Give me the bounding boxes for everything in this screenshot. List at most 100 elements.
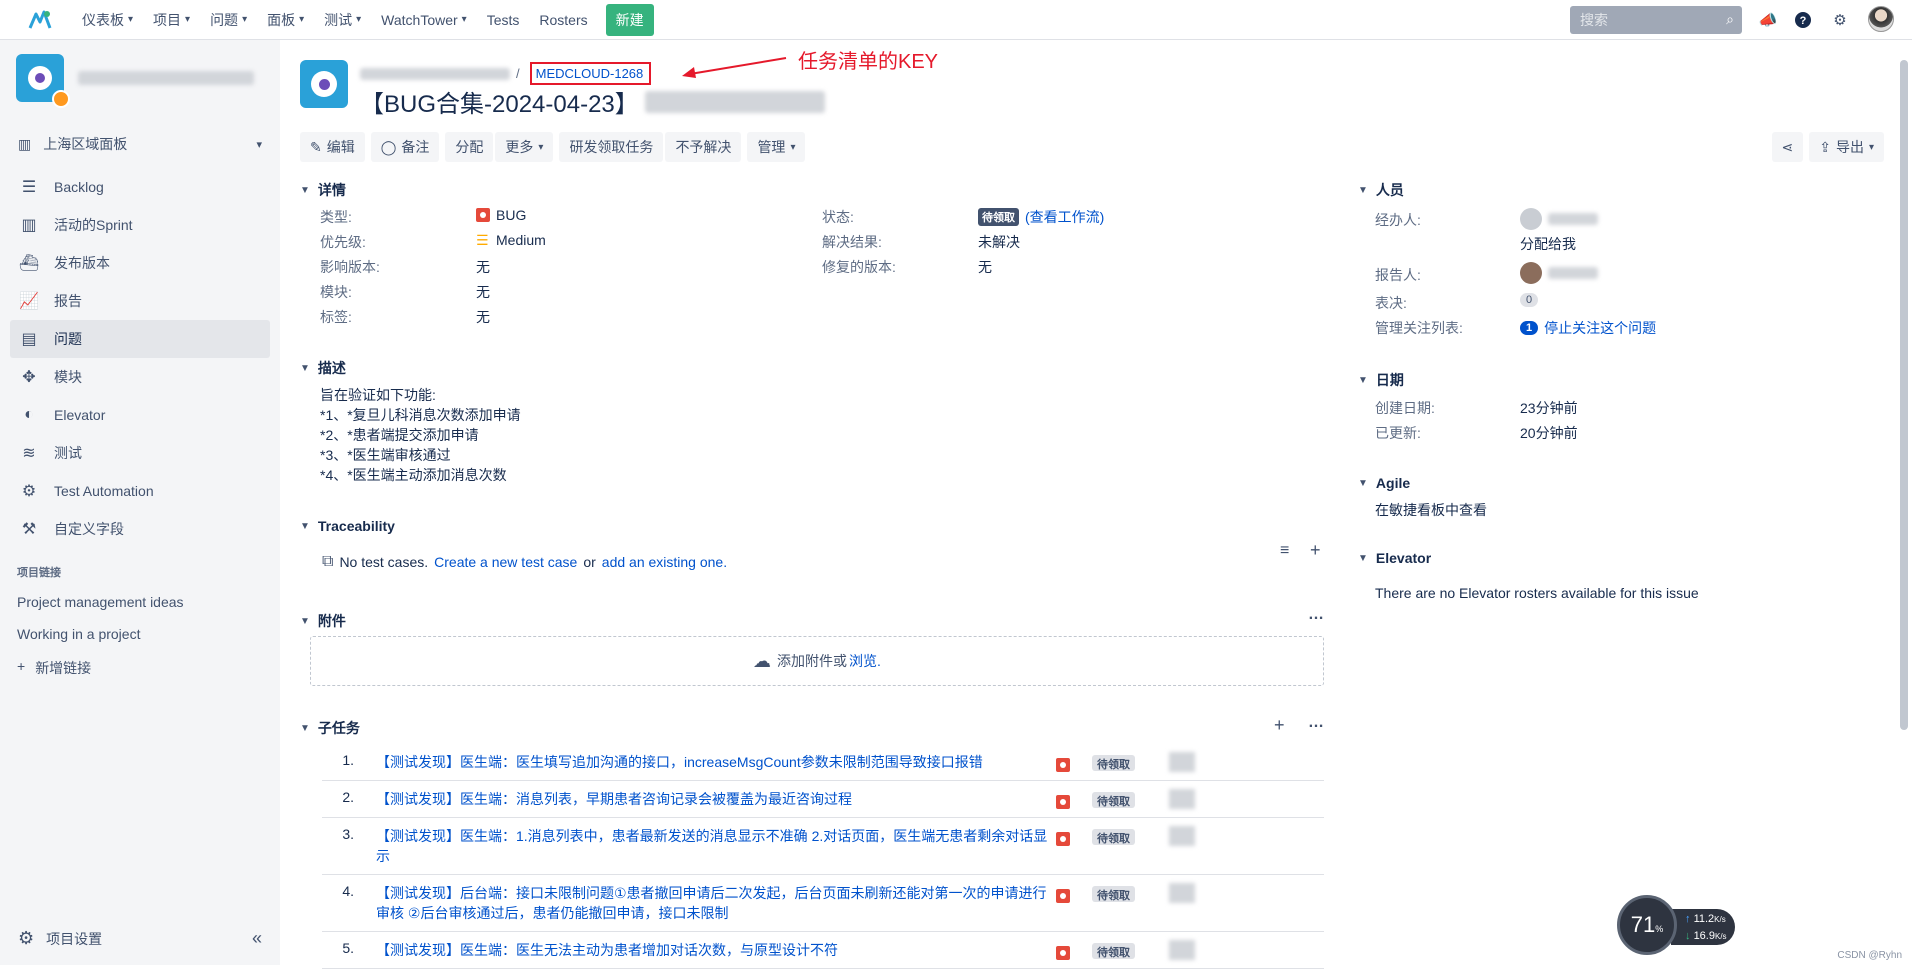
add-subtask-icon[interactable]: + — [1274, 715, 1285, 736]
subtask-title-link[interactable]: 【测试发现】医生端：医生无法主动为患者增加对话次数，与原型设计不符 — [376, 940, 1056, 960]
assign-to-me-link[interactable]: 分配给我 — [1520, 234, 1576, 254]
view-workflow-link[interactable]: (查看工作流) — [1025, 207, 1104, 227]
project-link[interactable]: Project management ideas — [0, 586, 280, 618]
nav-rosters[interactable]: Rosters — [529, 0, 597, 40]
share-button[interactable]: ⋖ — [1772, 132, 1804, 162]
dev-claim-button[interactable]: 研发领取任务 — [559, 132, 663, 162]
nav-tests[interactable]: 测试▾ — [314, 0, 371, 40]
wont-fix-button[interactable]: 不予解决 — [665, 132, 741, 162]
subtask-row: 2. 【测试发现】医生端：消息列表，早期患者咨询记录会被覆盖为最近咨询过程 待领… — [322, 781, 1324, 818]
megaphone-icon[interactable]: 📣 — [1758, 10, 1778, 30]
dates-section-toggle[interactable]: ▼日期 — [1358, 370, 1404, 390]
project-avatar[interactable] — [16, 54, 64, 102]
subtasks-section-toggle[interactable]: ▼子任务 — [300, 718, 360, 738]
nav-dashboards[interactable]: 仪表板▾ — [72, 0, 143, 40]
votes-value: 0 — [1520, 293, 1538, 307]
votes-count[interactable]: 0 — [1520, 293, 1538, 307]
attachment-dropzone[interactable]: ☁ 添加附件或 浏览. — [310, 636, 1324, 686]
browse-link[interactable]: 浏览. — [849, 651, 881, 671]
subtask-title-link[interactable]: 【测试发现】后台端：接口未限制问题①患者撤回申请后二次发起，后台页面未刷新还能对… — [376, 883, 1056, 923]
nav-label: 测试 — [324, 10, 352, 30]
gear-icon[interactable]: ⚙ — [18, 928, 34, 949]
chevron-down-icon: ▼ — [300, 363, 310, 374]
sidebar-item-backlog[interactable]: ☰Backlog — [0, 168, 280, 206]
priority-label: 优先级: — [320, 232, 366, 252]
sidebar-item-reports[interactable]: 📈报告 — [0, 282, 280, 320]
sidebar-item-components[interactable]: ✥模块 — [0, 358, 280, 396]
issue-key-link[interactable]: MEDCLOUD-1268 — [530, 62, 652, 85]
assignee-label: 经办人: — [1375, 210, 1421, 230]
admin-button[interactable]: 管理▾ — [747, 132, 805, 162]
comment-button[interactable]: ◯备注 — [371, 132, 440, 162]
memory-dial[interactable]: 71% — [1617, 895, 1677, 955]
attachments-more-icon[interactable]: … — [1308, 606, 1324, 624]
nav-tests-plain[interactable]: Tests — [477, 0, 530, 40]
add-existing-test-link[interactable]: add an existing one. — [602, 554, 727, 570]
sidebar-item-sprint[interactable]: ▥活动的Sprint — [0, 206, 280, 244]
nav-label: 面板 — [267, 10, 295, 30]
help-icon[interactable]: ? — [1793, 10, 1813, 30]
reporter-avatar — [1520, 262, 1542, 284]
sidebar-item-label: Test Automation — [54, 483, 154, 499]
subtask-title-link[interactable]: 【测试发现】医生端：消息列表，早期患者咨询记录会被覆盖为最近咨询过程 — [376, 789, 1056, 809]
create-button[interactable]: 新建 — [606, 4, 654, 36]
nav-issues[interactable]: 问题▾ — [200, 0, 257, 40]
attachments-section-toggle[interactable]: ▼附件 — [300, 611, 346, 631]
details-section-toggle[interactable]: ▼详情 — [300, 180, 346, 200]
project-link[interactable]: Working in a project — [0, 618, 280, 650]
sidebar-item-elevator[interactable]: ◐Elevator — [0, 396, 280, 434]
watermark: CSDN @Ryhn — [1837, 950, 1902, 961]
section-title: 人员 — [1376, 180, 1404, 200]
jira-logo-icon[interactable] — [20, 0, 60, 40]
project-settings-link[interactable]: 项目设置 — [46, 929, 252, 949]
subtasks-more-icon[interactable]: … — [1308, 714, 1324, 732]
stop-watching-link[interactable]: 停止关注这个问题 — [1544, 318, 1656, 338]
description-section-toggle[interactable]: ▼描述 — [300, 358, 346, 378]
board-label: 上海区域面板 — [43, 134, 256, 154]
votes-label: 表决: — [1375, 293, 1407, 313]
nav-projects[interactable]: 项目▾ — [143, 0, 200, 40]
board-selector[interactable]: ▥ 上海区域面板 ▾ — [0, 124, 280, 164]
network-rates: ↑ 11.2K/s ↓ 16.9K/s — [1671, 909, 1735, 945]
collapse-sidebar-icon[interactable]: « — [252, 928, 262, 949]
nav-watchtower[interactable]: WatchTower▾ — [371, 0, 477, 40]
admin-label: 管理 — [757, 137, 785, 157]
watchers-count[interactable]: 1 — [1520, 321, 1538, 335]
network-speed-widget: ↑ 11.2K/s ↓ 16.9K/s 71% — [1617, 895, 1735, 955]
elevator-section-toggle[interactable]: ▼Elevator — [1358, 550, 1431, 566]
people-section-toggle[interactable]: ▼人员 — [1358, 180, 1404, 200]
gear-icon[interactable]: ⚙ — [1830, 10, 1850, 30]
page-scrollbar[interactable] — [1900, 60, 1908, 730]
view-on-board-link[interactable]: 在敏捷看板中查看 — [1375, 500, 1487, 520]
subtask-row: 5. 【测试发现】医生端：医生无法主动为患者增加对话次数，与原型设计不符 待领取 — [322, 932, 1324, 969]
more-button[interactable]: 更多▾ — [495, 132, 553, 162]
assign-button[interactable]: 分配 — [445, 132, 493, 162]
chevron-down-icon: ▾ — [256, 138, 262, 151]
user-avatar[interactable] — [1868, 6, 1894, 32]
chevron-down-icon: ▼ — [1358, 375, 1368, 386]
sidebar-item-custom-fields[interactable]: ⚒自定义字段 — [0, 510, 280, 548]
nav-label: 仪表板 — [82, 10, 124, 30]
create-test-case-link[interactable]: Create a new test case — [434, 554, 577, 570]
subtask-title-link[interactable]: 【测试发现】医生端：1.消息列表中，患者最新发送的消息显示不准确 2.对话页面，… — [376, 826, 1056, 866]
add-test-icon[interactable]: + — [1310, 540, 1321, 561]
subtask-number: 2. — [322, 789, 354, 809]
list-view-icon[interactable]: ≡ — [1280, 542, 1289, 560]
add-link-button[interactable]: +新增链接 — [0, 650, 280, 686]
new-test-icon: ⧉ — [322, 553, 333, 571]
section-title: Agile — [1376, 475, 1410, 491]
edit-button[interactable]: ✎编辑 — [300, 132, 365, 162]
description-line: *4、*医生端主动添加消息次数 — [320, 465, 507, 485]
sidebar-item-tests[interactable]: ≋测试 — [0, 434, 280, 472]
sidebar-item-releases[interactable]: ⛴发布版本 — [0, 244, 280, 282]
agile-section-toggle[interactable]: ▼Agile — [1358, 475, 1410, 491]
traceability-section-toggle[interactable]: ▼Traceability — [300, 518, 395, 534]
sidebar-item-label: 发布版本 — [54, 253, 110, 273]
subtask-assignee-redacted — [1169, 940, 1195, 960]
nav-boards[interactable]: 面板▾ — [257, 0, 314, 40]
sidebar-item-issues[interactable]: ▤问题 — [10, 320, 270, 358]
subtask-title-link[interactable]: 【测试发现】医生端：医生填写追加沟通的接口，increaseMsgCount参数… — [376, 752, 1056, 772]
export-button[interactable]: ⇪导出▾ — [1809, 132, 1884, 162]
sidebar-item-test-automation[interactable]: ⚙Test Automation — [0, 472, 280, 510]
search-input[interactable]: 搜索 ⌕ — [1570, 6, 1742, 34]
